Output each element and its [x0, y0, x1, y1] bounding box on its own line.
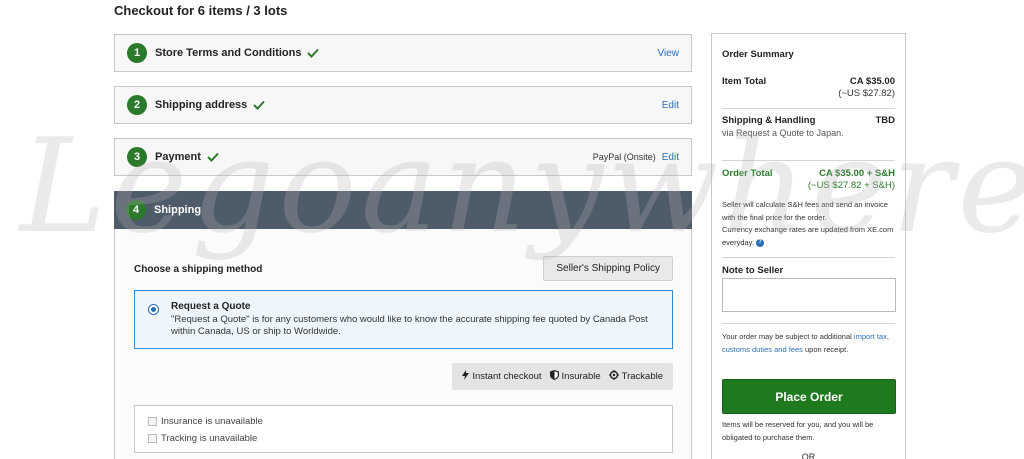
step-number: 1	[127, 43, 147, 63]
duties-prefix: Your order may be subject to additional	[722, 332, 852, 341]
sh-value: TBD	[875, 115, 895, 126]
summary-title: Order Summary	[722, 49, 794, 60]
tracking-checkbox	[148, 434, 157, 443]
divider	[722, 257, 895, 258]
step-label: Shipping	[154, 204, 202, 216]
shipping-row: Shipping & Handling TBD	[722, 115, 895, 126]
note-to-seller-input[interactable]	[722, 278, 896, 312]
radio-selected[interactable]	[148, 304, 159, 315]
sh-note: via Request a Quote to Japan.	[722, 128, 844, 138]
check-icon	[307, 48, 320, 58]
divider	[722, 160, 895, 161]
step-label: Shipping address	[155, 99, 248, 111]
step-label: Store Terms and Conditions	[155, 47, 302, 59]
item-total-usd: (~US $27.82)	[838, 88, 895, 99]
step-store-terms[interactable]: 1 Store Terms and Conditions View	[114, 34, 692, 72]
step-number: 4	[126, 200, 146, 220]
choose-shipping-label: Choose a shipping method	[134, 264, 263, 275]
shipping-features: Instant checkout Insurable Trackable	[452, 363, 673, 390]
option-title: Request a Quote	[171, 301, 251, 312]
check-icon	[207, 152, 219, 162]
step-shipping-header: 4 Shipping	[114, 191, 692, 229]
shipping-policy-button[interactable]: Seller's Shipping Policy	[543, 256, 673, 281]
option-description: "Request a Quote" is for any customers w…	[171, 314, 648, 337]
payment-method-value: PayPal (Onsite)	[592, 152, 656, 162]
item-total-label: Item Total	[722, 76, 767, 87]
item-total-value: CA $35.00	[849, 76, 895, 87]
insurance-checkbox	[148, 417, 157, 426]
tracking-row: Tracking is unavailable	[148, 433, 257, 444]
badge-label: Trackable	[621, 371, 663, 382]
order-total-row: Order Total CA $35.00 + S&H	[722, 168, 895, 179]
step-label: Payment	[155, 151, 201, 163]
item-total-row: Item Total CA $35.00	[722, 76, 895, 87]
unavailable-options: Insurance is unavailable Tracking is una…	[134, 405, 673, 453]
insurance-label: Insurance is unavailable	[161, 416, 263, 427]
page-title: Checkout for 6 items / 3 lots	[114, 3, 288, 18]
order-total-value: CA $35.00 + S&H	[819, 168, 895, 179]
tracking-label: Tracking is unavailable	[161, 433, 258, 444]
lightning-icon	[462, 370, 470, 383]
step-shipping-address[interactable]: 2 Shipping address Edit	[114, 86, 692, 124]
check-icon	[253, 100, 266, 110]
place-order-button[interactable]: Place Order	[722, 379, 896, 414]
duties-note: Your order may be subject to additional …	[722, 331, 895, 356]
divider	[722, 323, 895, 324]
or-divider-text: OR	[801, 452, 816, 459]
step-number: 3	[127, 147, 147, 167]
shipping-option-request-quote[interactable]: Request a Quote "Request a Quote" is for…	[134, 290, 673, 349]
duties-suffix: upon receipt.	[804, 344, 849, 354]
currency-note: Currency exchange rates are updated from…	[722, 224, 895, 249]
sh-label: Shipping & Handling	[722, 115, 816, 126]
badge-trackable: Trackable	[608, 370, 663, 383]
crosshair-icon	[608, 370, 619, 383]
shipping-panel: Choose a shipping method Seller's Shippi…	[114, 229, 692, 459]
shield-icon	[549, 370, 559, 383]
badge-instant-checkout: Instant checkout	[462, 370, 542, 383]
order-total-usd: (~US $27.82 + S&H)	[807, 180, 895, 191]
help-icon[interactable]: ?	[756, 238, 765, 247]
note-to-seller-label: Note to Seller	[722, 265, 784, 276]
fees-note: Seller will calculate S&H fees and send …	[722, 200, 888, 222]
divider	[722, 108, 895, 109]
order-summary: Order Summary Item Total CA $35.00 (~US …	[711, 33, 906, 459]
step-number: 2	[127, 95, 147, 115]
edit-address-link[interactable]: Edit	[662, 100, 679, 111]
badge-insurable: Insurable	[549, 370, 601, 383]
edit-payment-link[interactable]: Edit	[662, 152, 679, 163]
badge-label: Instant checkout	[472, 371, 542, 382]
reserved-note: Items will be reserved for you, and you …	[722, 420, 874, 442]
view-terms-link[interactable]: View	[658, 48, 680, 59]
currency-note-text: Currency exchange rates are updated from…	[722, 225, 894, 247]
order-total-label: Order Total	[722, 168, 773, 179]
badge-label: Insurable	[561, 371, 601, 382]
insurance-row: Insurance is unavailable	[148, 416, 263, 427]
step-payment[interactable]: 3 Payment PayPal (Onsite) Edit	[114, 138, 692, 176]
